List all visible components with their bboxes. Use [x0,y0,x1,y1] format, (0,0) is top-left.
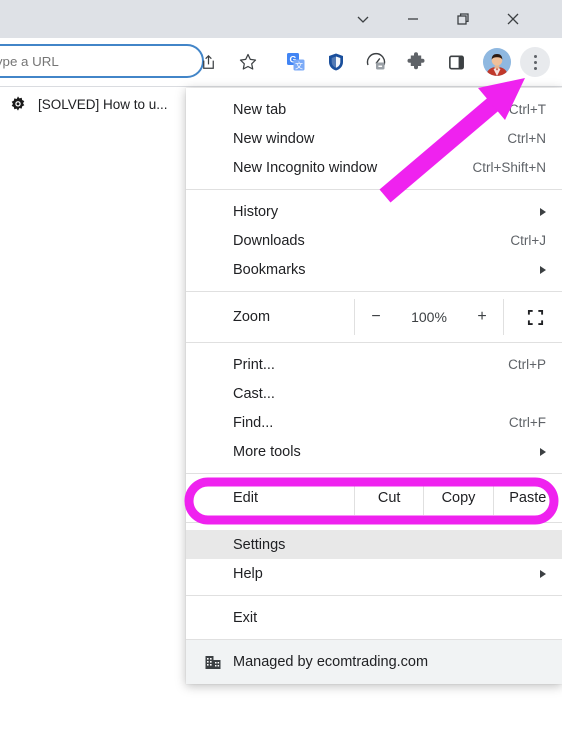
enterprise-building-icon [202,653,224,671]
menu-row-edit: Edit Cut Copy Paste [186,481,562,515]
zoom-in-button[interactable]: + [461,308,503,326]
menu-label: Find... [233,414,274,431]
menu-item-exit[interactable]: Exit [186,603,562,632]
menu-separator [186,342,562,343]
menu-separator [186,595,562,596]
zoom-level-value: 100% [411,309,447,325]
kebab-dots [520,47,550,77]
chevron-right-icon [540,207,546,216]
address-bar-input[interactable] [0,44,204,78]
tab-title: [SOLVED] How to u... [38,96,168,112]
managed-by-footer[interactable]: Managed by ecomtrading.com [186,639,562,684]
chevron-right-icon [540,447,546,456]
zoom-out-button[interactable]: − [355,308,397,326]
menu-item-settings[interactable]: Settings [186,530,562,559]
menu-label: New window [233,130,315,147]
menu-label: New Incognito window [233,159,378,176]
menu-item-find[interactable]: Find... Ctrl+F [186,408,562,437]
zoom-label: Zoom [233,309,271,325]
avatar [483,48,511,76]
menu-label: Print... [233,356,275,373]
chevron-right-icon [540,569,546,578]
restore-button[interactable] [440,0,486,38]
menu-row-zoom: Zoom − 100% + [186,299,562,335]
menu-label: Settings [233,536,286,553]
puzzle-extensions-icon[interactable] [400,46,432,78]
shield-password-icon[interactable] [320,46,352,78]
share-icon[interactable] [192,46,224,78]
menu-separator [186,291,562,292]
managed-by-text: Managed by ecomtrading.com [233,654,429,670]
side-panel-icon[interactable] [440,46,472,78]
menu-accelerator: Ctrl+T [508,102,546,117]
menu-label: Help [233,565,263,582]
profile-avatar-icon[interactable] [481,46,513,78]
menu-item-new-tab[interactable]: New tab Ctrl+T [186,95,562,124]
paste-button[interactable]: Paste [492,481,562,515]
bookmark-star-icon[interactable] [232,46,264,78]
menu-label: New tab [233,101,287,118]
menu-accelerator: Ctrl+F [508,415,546,430]
menu-item-bookmarks[interactable]: Bookmarks [186,255,562,284]
chevron-down-icon[interactable] [340,0,386,38]
minimize-button[interactable] [390,0,436,38]
menu-label: Exit [233,609,258,626]
edit-label: Edit [233,490,258,506]
menu-label: History [233,203,279,220]
fullscreen-icon[interactable] [504,299,562,335]
svg-text:文: 文 [295,61,303,71]
zoom-controls: − 100% + [354,299,504,335]
menu-item-new-window[interactable]: New window Ctrl+N [186,124,562,153]
close-button[interactable] [490,0,536,38]
window-titlebar [0,0,562,38]
google-translate-icon[interactable]: G 文 [280,46,312,78]
menu-separator [186,522,562,523]
menu-item-downloads[interactable]: Downloads Ctrl+J [186,226,562,255]
menu-accelerator: Ctrl+Shift+N [472,160,546,175]
menu-item-more-tools[interactable]: More tools [186,437,562,466]
menu-item-history[interactable]: History [186,197,562,226]
menu-item-help[interactable]: Help [186,559,562,588]
menu-separator [186,473,562,474]
chevron-right-icon [540,265,546,274]
menu-item-cast[interactable]: Cast... [186,379,562,408]
chrome-main-menu: New tab Ctrl+T New window Ctrl+N New Inc… [186,88,562,684]
gear-icon [8,94,28,114]
menu-item-print[interactable]: Print... Ctrl+P [186,350,562,379]
kebab-menu-icon[interactable] [519,46,551,78]
menu-accelerator: Ctrl+P [508,357,546,372]
menu-label: More tools [233,443,301,460]
menu-label: Downloads [233,232,305,249]
copy-button[interactable]: Copy [423,481,492,515]
cut-button[interactable]: Cut [354,481,423,515]
menu-accelerator: Ctrl+J [510,233,546,248]
menu-accelerator: Ctrl+N [507,131,546,146]
speedometer-icon[interactable] [360,46,392,78]
menu-item-new-incognito-window[interactable]: New Incognito window Ctrl+Shift+N [186,153,562,182]
menu-label: Cast... [233,385,275,402]
menu-label: Bookmarks [233,261,306,278]
menu-separator [186,189,562,190]
